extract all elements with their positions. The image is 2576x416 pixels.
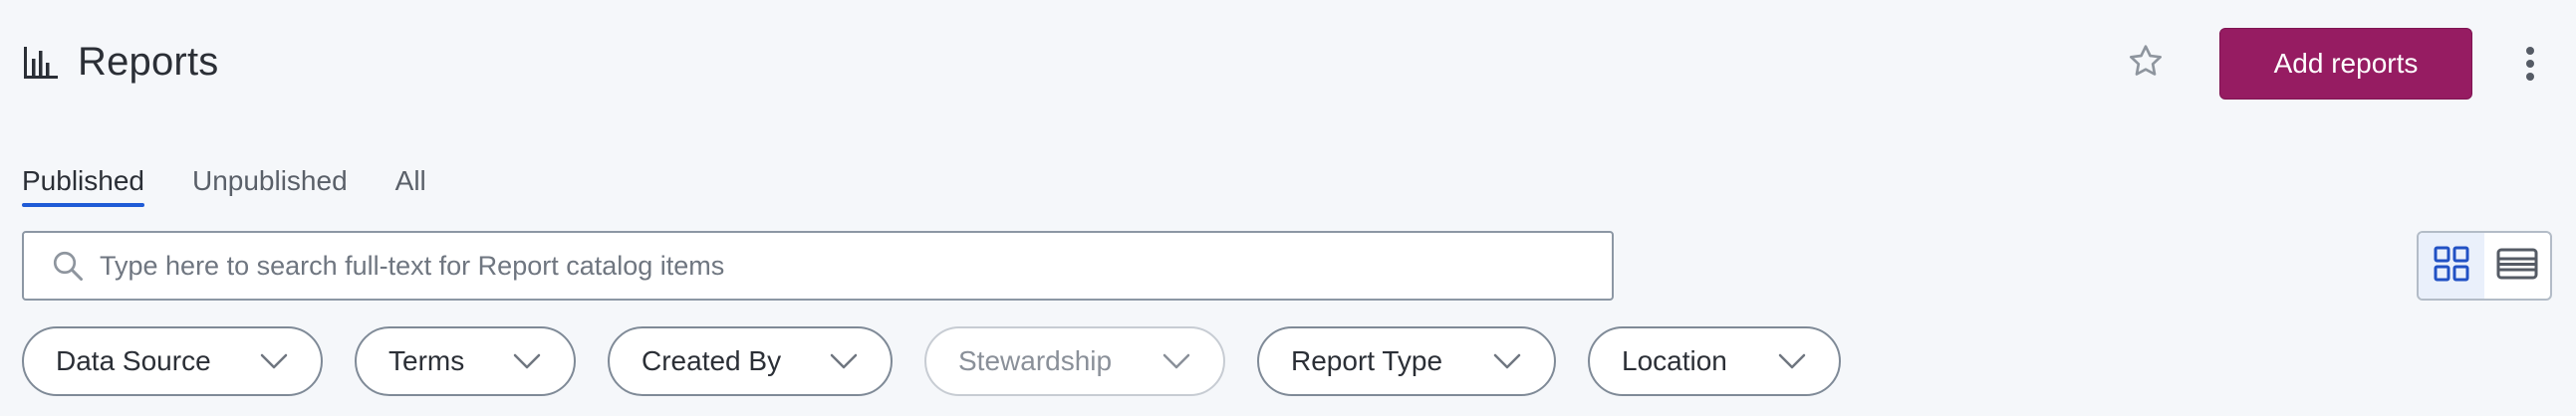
chevron-down-icon bbox=[829, 352, 859, 370]
filter-created-by[interactable]: Created By bbox=[608, 326, 893, 396]
filter-label: Data Source bbox=[56, 345, 211, 376]
star-icon bbox=[2126, 42, 2166, 87]
header-actions: Add reports bbox=[2122, 28, 2540, 100]
filter-bar: Data Source Terms Created By Stewardship… bbox=[22, 326, 1841, 396]
filter-label: Stewardship bbox=[958, 345, 1113, 376]
kebab-dot bbox=[2526, 60, 2534, 68]
search-box bbox=[22, 231, 1614, 301]
add-reports-button[interactable]: Add reports bbox=[2219, 28, 2472, 100]
view-toggle bbox=[2417, 231, 2552, 301]
grid-view-icon bbox=[2432, 244, 2471, 289]
page-header: Reports bbox=[22, 40, 218, 85]
filter-report-type[interactable]: Report Type bbox=[1257, 326, 1556, 396]
chevron-down-icon bbox=[259, 352, 289, 370]
tab-unpublished[interactable]: Unpublished bbox=[192, 165, 348, 203]
filter-stewardship: Stewardship bbox=[924, 326, 1225, 396]
filter-label: Terms bbox=[388, 345, 465, 376]
filter-terms[interactable]: Terms bbox=[355, 326, 576, 396]
chevron-down-icon bbox=[1492, 352, 1522, 370]
filter-label: Report Type bbox=[1291, 345, 1443, 376]
page-title: Reports bbox=[78, 40, 219, 84]
status-tabs: Published Unpublished All bbox=[22, 165, 426, 207]
search-input[interactable] bbox=[98, 249, 1612, 283]
tab-published[interactable]: Published bbox=[22, 165, 144, 207]
grid-view-button[interactable] bbox=[2419, 233, 2484, 299]
search-icon bbox=[50, 248, 86, 284]
filter-label: Location bbox=[1622, 345, 1727, 376]
bar-chart-icon bbox=[22, 45, 60, 81]
tab-all[interactable]: All bbox=[395, 165, 426, 203]
filter-label: Created By bbox=[642, 345, 782, 376]
chevron-down-icon bbox=[1161, 352, 1191, 370]
list-view-icon bbox=[2496, 247, 2538, 286]
filter-data-source[interactable]: Data Source bbox=[22, 326, 323, 396]
more-options-button[interactable] bbox=[2520, 40, 2540, 88]
kebab-menu-icon bbox=[2526, 47, 2534, 55]
chevron-down-icon bbox=[512, 352, 542, 370]
chevron-down-icon bbox=[1777, 352, 1807, 370]
list-view-button[interactable] bbox=[2484, 233, 2550, 299]
filter-location[interactable]: Location bbox=[1588, 326, 1841, 396]
favorite-button[interactable] bbox=[2122, 40, 2170, 88]
kebab-dot bbox=[2526, 73, 2534, 81]
